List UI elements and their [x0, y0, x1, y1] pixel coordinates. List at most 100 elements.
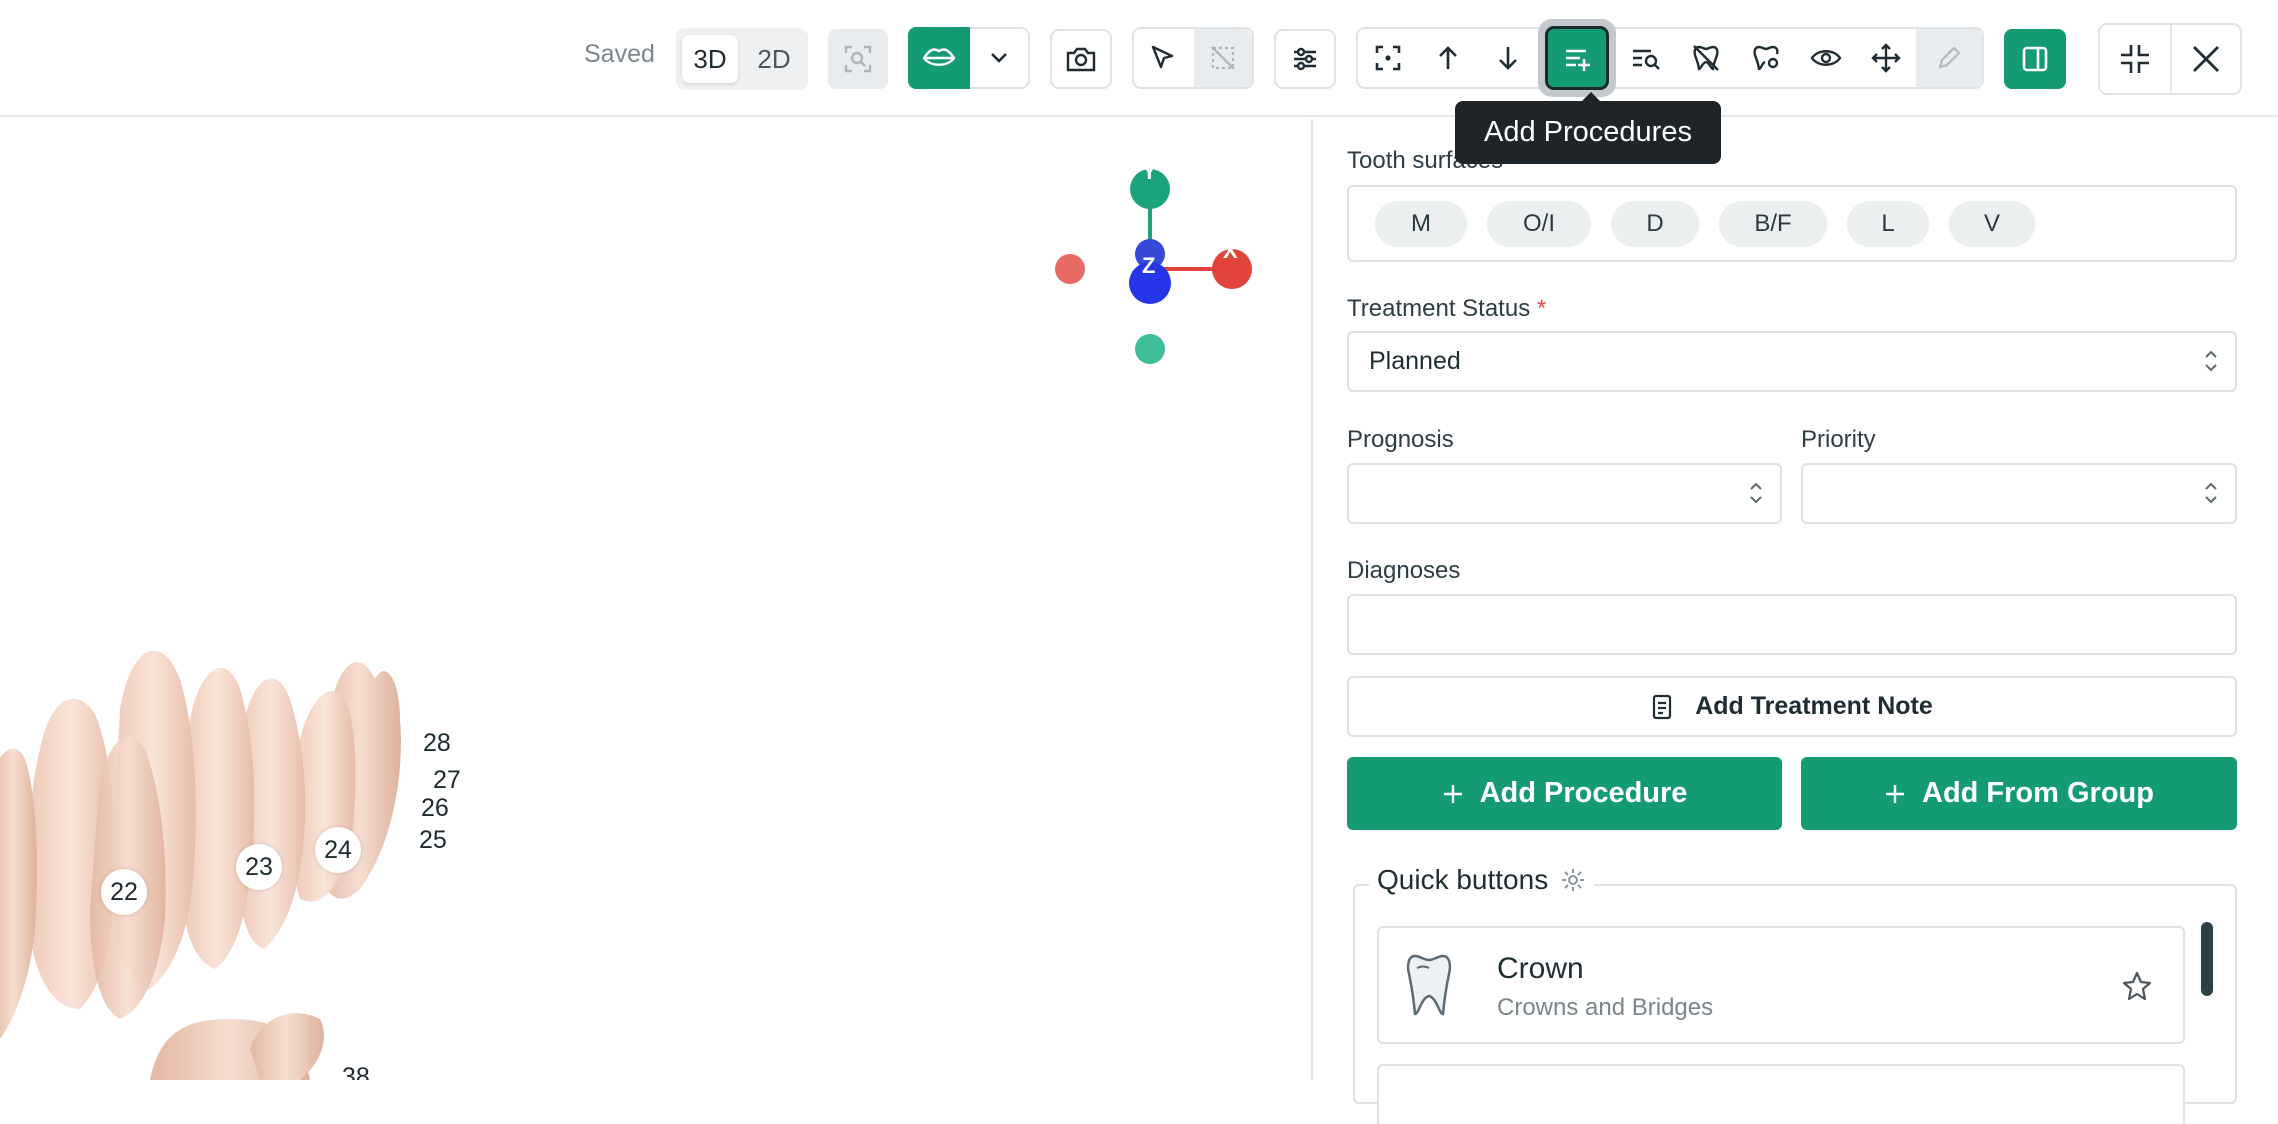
axis-neg-x-handle: [1055, 254, 1085, 284]
deselect-area-icon: [1211, 46, 1235, 70]
arch-view-dropdown[interactable]: [970, 29, 1028, 87]
move-down-button[interactable]: [1478, 29, 1538, 87]
view-mode-3d[interactable]: 3D: [682, 35, 738, 83]
arrow-down-icon: [1499, 47, 1517, 70]
plus-icon: [1443, 784, 1462, 803]
prognosis-select[interactable]: [1347, 463, 1782, 524]
tooth-number-28[interactable]: 28: [423, 729, 451, 758]
priority-select[interactable]: [1801, 463, 2237, 524]
toolbar: Saved 3D 2D: [0, 0, 2278, 117]
axis-z-label: Z: [1142, 253, 1156, 278]
add-procedure-label: Add Procedure: [1479, 777, 1688, 809]
tooth-number-23[interactable]: 23: [236, 844, 282, 890]
tooth-number-38[interactable]: 38: [342, 1063, 370, 1080]
prognosis-label: Prognosis: [1347, 426, 1454, 453]
tooth-number-25[interactable]: 25: [419, 826, 447, 855]
quick-button-subtitle: Crowns and Bridges: [1497, 994, 1714, 1021]
quick-buttons-legend: Quick buttons: [1369, 864, 1595, 896]
search-procedures-button[interactable]: [1616, 29, 1676, 87]
required-marker: *: [1536, 295, 1547, 322]
move-button[interactable]: [1856, 29, 1916, 87]
select-updown-icon: [2205, 350, 2217, 372]
focus-tooth-button[interactable]: [1358, 29, 1418, 87]
sliders-icon: [1294, 47, 1316, 71]
tooth-gear-icon: [1753, 45, 1779, 71]
zoom-to-fit-button[interactable]: [828, 29, 888, 89]
surface-v-button[interactable]: V: [1949, 201, 2035, 247]
focus-search-icon: [844, 45, 872, 73]
surface-l-button[interactable]: L: [1847, 201, 1929, 247]
add-from-group-button[interactable]: Add From Group: [1801, 757, 2237, 830]
surface-d-button[interactable]: D: [1611, 201, 1699, 247]
window-controls: [2098, 23, 2242, 95]
edit-button[interactable]: [1916, 29, 1982, 87]
tooth-tools-group: [1356, 19, 1984, 97]
toggle-sidebar-button[interactable]: [2004, 29, 2066, 89]
priority-label: Priority: [1801, 426, 1876, 453]
surface-m-button[interactable]: M: [1375, 201, 1467, 247]
teeth-model[interactable]: [0, 549, 460, 1080]
add-procedures-button[interactable]: [1545, 26, 1609, 90]
view-mode-2d[interactable]: 2D: [746, 35, 802, 83]
tooth-number-27[interactable]: 27: [433, 766, 461, 795]
screenshot-button[interactable]: [1050, 29, 1112, 89]
cursor-arrow-icon: [1151, 45, 1174, 69]
treatment-status-value: Planned: [1369, 347, 1461, 375]
arrow-up-icon: [1439, 46, 1457, 69]
view-mode-toggle: 3D 2D: [676, 28, 808, 90]
eye-icon: [1810, 50, 1842, 66]
quick-buttons-section: Quick buttons Crown Crowns and Bridges: [1353, 864, 2237, 1124]
tooth-number-22[interactable]: 22: [101, 869, 147, 915]
tooth-number-26[interactable]: 26: [421, 794, 449, 823]
select-button[interactable]: [1134, 29, 1192, 87]
select-updown-icon: [2205, 482, 2217, 504]
visibility-button[interactable]: [1796, 29, 1856, 87]
tooth-surfaces-box: M O/I D B/F L V: [1347, 185, 2237, 262]
diagnoses-input[interactable]: [1347, 594, 2237, 655]
adjustments-button[interactable]: [1274, 29, 1336, 89]
close-button[interactable]: [2172, 25, 2240, 93]
tooth-crown-icon: [1406, 954, 1452, 1016]
focus-frame-icon: [1375, 45, 1401, 71]
minimize-icon: [2121, 45, 2149, 73]
procedure-panel: Tooth surfaces M O/I D B/F L V Treatment…: [1311, 119, 2278, 1124]
add-from-group-label: Add From Group: [1922, 777, 2154, 809]
list-search-icon: [1633, 49, 1660, 70]
deselect-button[interactable]: [1194, 29, 1252, 87]
tooth-number-24[interactable]: 24: [315, 827, 361, 873]
dental-3d-viewport[interactable]: Y X Z 22 23 24 28 27 26 25 38: [0, 119, 1310, 1080]
move-arrows-icon: [1871, 43, 1901, 73]
tooltip-add-procedures: Add Procedures: [1455, 92, 1721, 164]
quick-buttons-scrollbar[interactable]: [2201, 922, 2213, 996]
lips-icon: [922, 48, 956, 66]
saved-status: Saved: [584, 40, 655, 68]
note-icon: [1653, 694, 1672, 719]
star-icon[interactable]: [2121, 970, 2153, 1002]
list-add-icon: [1566, 49, 1590, 71]
camera-icon: [1066, 47, 1096, 72]
quick-button-crown[interactable]: Crown Crowns and Bridges: [1377, 926, 2185, 1044]
surface-bf-button[interactable]: B/F: [1719, 201, 1827, 247]
axis-neg-y-handle: [1135, 334, 1165, 364]
add-procedure-button[interactable]: Add Procedure: [1347, 757, 1782, 830]
chevron-down-icon: [991, 53, 1007, 63]
quick-button-next[interactable]: [1377, 1064, 2185, 1124]
sidebar-icon: [2022, 46, 2048, 72]
axis-x-label: X: [1223, 238, 1238, 263]
arch-view-button[interactable]: [908, 27, 970, 89]
pencil-icon: [1938, 46, 1961, 69]
gear-icon[interactable]: [1560, 867, 1586, 893]
missing-tooth-button[interactable]: [1676, 29, 1736, 87]
add-procedures-focus-ring: [1538, 19, 1616, 97]
move-up-button[interactable]: [1418, 29, 1478, 87]
treatment-status-select[interactable]: Planned: [1347, 331, 2237, 392]
selection-group: [1132, 27, 1254, 89]
exit-fullscreen-button[interactable]: [2100, 25, 2170, 93]
treatment-status-label: Treatment Status *: [1347, 295, 1547, 322]
quick-buttons-label: Quick buttons: [1377, 864, 1549, 895]
add-treatment-note-button[interactable]: Add Treatment Note: [1347, 676, 2237, 737]
tooth-settings-button[interactable]: [1736, 29, 1796, 87]
close-icon: [2193, 46, 2219, 72]
tooth-off-icon: [1693, 45, 1719, 71]
surface-oi-button[interactable]: O/I: [1487, 201, 1591, 247]
